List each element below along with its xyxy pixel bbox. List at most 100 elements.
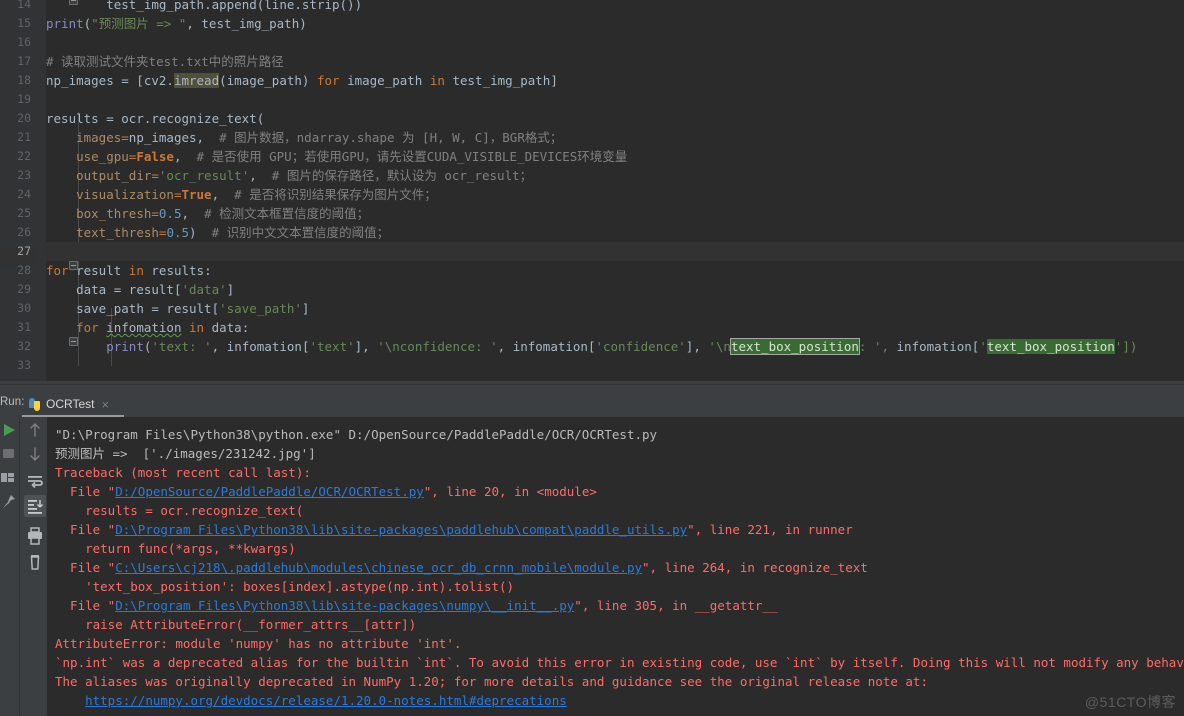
soft-wrap-icon[interactable] bbox=[24, 470, 46, 492]
token-infomation: infomation bbox=[226, 339, 302, 354]
run-tool-window-header: Run: OCRTest × bbox=[0, 391, 1184, 417]
editor-console-splitter[interactable] bbox=[0, 381, 1184, 391]
param-output-dir: output_dir bbox=[76, 168, 152, 183]
layout-icon[interactable] bbox=[0, 469, 18, 487]
param-text-thresh: text_thresh bbox=[76, 225, 159, 240]
code-line-28[interactable]: for result in results: bbox=[46, 261, 212, 280]
line-number: 16 bbox=[17, 35, 31, 49]
line-number: 20 bbox=[17, 111, 31, 125]
line-number: 14 bbox=[17, 0, 31, 11]
console-toolbar[interactable] bbox=[19, 417, 48, 716]
keyword-for: for bbox=[46, 263, 69, 278]
comment-text-thresh: # 识别中文文本置信度的阈值； bbox=[211, 225, 390, 240]
token-infomation: infomation bbox=[512, 339, 588, 354]
console-file-link[interactable]: C:\Users\cj218\.paddlehub\modules\chines… bbox=[115, 560, 642, 575]
code-line-29[interactable]: data = result['data'] bbox=[46, 280, 234, 299]
console-text: results = ocr.recognize_text( bbox=[55, 503, 304, 518]
code-line-14[interactable]: test_img_path.append(line.strip()) bbox=[46, 0, 362, 14]
comment-use-gpu: # 是否使用 GPU；若使用GPU，请先设置CUDA_VISIBLE_DEVIC… bbox=[196, 149, 628, 164]
console-line: 'text_box_position': boxes[index].astype… bbox=[55, 577, 514, 596]
console-line: File "D:/OpenSource/PaddlePaddle/OCR/OCR… bbox=[55, 482, 597, 501]
scroll-to-end-icon[interactable] bbox=[24, 495, 46, 517]
console-file-link[interactable]: D:\Program Files\Python38\lib\site-packa… bbox=[115, 522, 687, 537]
line-number: 32 bbox=[17, 339, 31, 353]
param-box-thresh: box_thresh bbox=[76, 206, 152, 221]
value-text-thresh: 0.5 bbox=[166, 225, 190, 240]
line-number: 33 bbox=[17, 358, 31, 372]
line-number: 17 bbox=[17, 54, 31, 68]
close-icon[interactable]: × bbox=[101, 397, 109, 412]
code-editor[interactable]: 14 15 16 17 18 19 20 21 22 23 24 25 26 2… bbox=[0, 0, 1184, 381]
token-data: data bbox=[211, 320, 242, 335]
console-line: File "C:\Users\cj218\.paddlehub\modules\… bbox=[55, 558, 868, 577]
code-line-22[interactable]: use_gpu=False, # 是否使用 GPU；若使用GPU，请先设置CUD… bbox=[46, 147, 627, 166]
line-number: 30 bbox=[17, 301, 31, 315]
token-test-img-path: test_img_path bbox=[106, 0, 205, 12]
token-infomation: infomation bbox=[896, 339, 972, 354]
console-text: 预测图片 => ['./images/231242.jpg'] bbox=[55, 446, 316, 461]
string-newline-prefix: '\n bbox=[708, 339, 731, 354]
token-results: results bbox=[151, 263, 205, 278]
console-output[interactable]: "D:\Program Files\Python38\python.exe" D… bbox=[47, 417, 1184, 716]
console-line: raise AttributeError(__former_attrs__[at… bbox=[55, 615, 416, 634]
ide-window: 14 15 16 17 18 19 20 21 22 23 24 25 26 2… bbox=[0, 0, 1184, 716]
string-text-key: 'text' bbox=[309, 339, 355, 354]
code-text-area[interactable]: test_img_path.append(line.strip()) print… bbox=[46, 0, 1184, 381]
code-line-26[interactable]: text_thresh=0.5) # 识别中文文本置信度的阈值； bbox=[46, 223, 389, 242]
token-test-img-path: test_img_path bbox=[452, 73, 551, 88]
code-line-24[interactable]: visualization=True, # 是否将识别结果保存为图片文件； bbox=[46, 185, 437, 204]
python-logo-icon bbox=[28, 397, 41, 411]
token-string-predict: "预测图片 => " bbox=[91, 16, 187, 31]
code-line-23[interactable]: output_dir='ocr_result', # 图片的保存路径，默认设为 … bbox=[46, 166, 532, 185]
console-file-link[interactable]: D:\Program Files\Python38\lib\site-packa… bbox=[115, 598, 574, 613]
editor-gutter[interactable]: 14 15 16 17 18 19 20 21 22 23 24 25 26 2… bbox=[0, 0, 34, 381]
trash-icon[interactable] bbox=[24, 551, 46, 573]
selection-text-box-position-occurrence-1[interactable]: text_box_position bbox=[729, 338, 860, 355]
code-line-27-current[interactable] bbox=[46, 242, 1184, 261]
string-tail: ']) bbox=[1114, 339, 1138, 354]
string-confidence-key: 'confidence' bbox=[595, 339, 686, 354]
code-line-21[interactable]: images=np_images, # 图片数据，ndarray.shape 为… bbox=[46, 128, 562, 147]
console-text: raise AttributeError(__former_attrs__[at… bbox=[55, 617, 417, 632]
stop-icon[interactable] bbox=[0, 445, 18, 463]
rerun-icon[interactable] bbox=[0, 421, 18, 439]
token-print: print bbox=[106, 339, 144, 354]
code-line-31[interactable]: for infomation in data: bbox=[46, 318, 249, 337]
code-line-15[interactable]: print("预测图片 => ", test_img_path) bbox=[46, 14, 307, 33]
run-configuration-tab[interactable]: OCRTest × bbox=[22, 391, 124, 417]
code-line-30[interactable]: save_path = result['save_path'] bbox=[46, 299, 309, 318]
console-text: The aliases was originally deprecated in… bbox=[55, 674, 928, 689]
run-toolbar-left[interactable] bbox=[0, 417, 18, 716]
down-arrow-icon[interactable] bbox=[24, 443, 46, 465]
code-line-17[interactable]: # 读取测试文件夹test.txt中的照片路径 bbox=[46, 52, 284, 71]
line-number-current: 27 bbox=[17, 244, 31, 258]
console-file-link[interactable]: D:/OpenSource/PaddlePaddle/OCR/OCRTest.p… bbox=[115, 484, 424, 499]
up-arrow-icon[interactable] bbox=[24, 419, 46, 441]
line-number: 25 bbox=[17, 206, 31, 220]
selection-text-box-position-occurrence-2[interactable]: text_box_position bbox=[986, 339, 1115, 354]
console-text: AttributeError: module 'numpy' has no at… bbox=[55, 636, 462, 651]
splitter-grip bbox=[0, 384, 1184, 385]
line-number: 19 bbox=[17, 92, 31, 106]
console-file-link[interactable]: https://numpy.org/devdocs/release/1.20.0… bbox=[85, 693, 567, 708]
console-line: https://numpy.org/devdocs/release/1.20.0… bbox=[55, 691, 567, 710]
code-line-25[interactable]: box_thresh=0.5, # 检测文本框置信度的阈值； bbox=[46, 204, 369, 223]
token-save-path: save_path bbox=[76, 301, 144, 316]
line-number: 31 bbox=[17, 320, 31, 334]
comment-images: # 图片数据，ndarray.shape 为 [H, W, C]，BGR格式； bbox=[219, 130, 563, 145]
code-line-32[interactable]: print('text: ', infomation['text'], '\nc… bbox=[46, 337, 1137, 356]
keyword-for: for bbox=[76, 320, 99, 335]
print-icon[interactable] bbox=[24, 525, 46, 547]
code-line-20[interactable]: results = ocr.recognize_text( bbox=[46, 109, 264, 128]
console-text: File " bbox=[55, 560, 116, 575]
line-number: 24 bbox=[17, 187, 31, 201]
string-text-label: 'text: ' bbox=[151, 339, 212, 354]
param-use-gpu: use_gpu bbox=[76, 149, 129, 164]
code-line-18[interactable]: np_images = [cv2.imread(image_path) for … bbox=[46, 71, 558, 90]
console-text: ", line 221, in runner bbox=[687, 522, 853, 537]
console-line: Traceback (most recent call last): bbox=[55, 463, 311, 482]
editor-fold-column[interactable] bbox=[34, 0, 78, 381]
pin-icon[interactable] bbox=[0, 493, 18, 511]
token-print: print bbox=[46, 16, 84, 31]
token-np-images: np_images bbox=[128, 130, 197, 145]
